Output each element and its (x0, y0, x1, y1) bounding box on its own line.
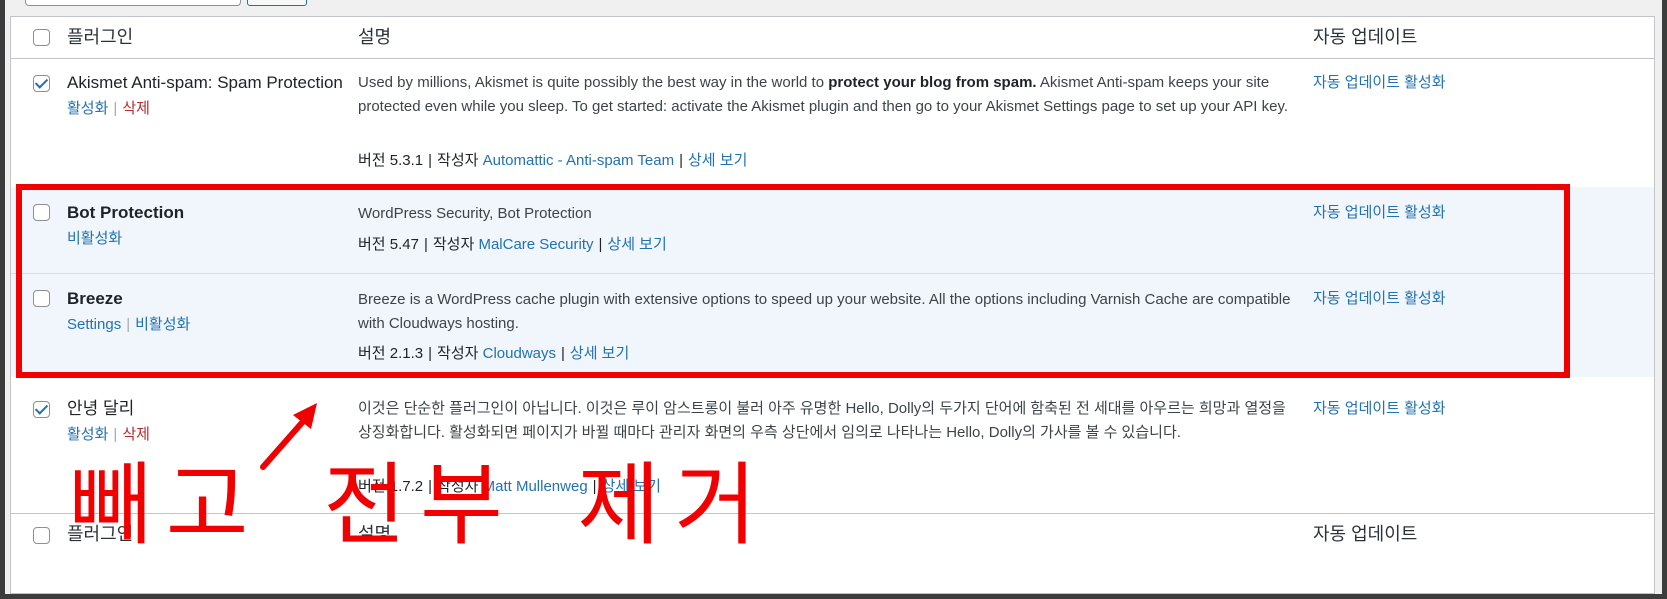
plugin-name: 안녕 달리 (67, 399, 135, 418)
plugin-actions: Settings | 비활성화 (67, 316, 191, 333)
details-link[interactable]: 상세 보기 (607, 236, 666, 253)
admin-screen: 플러그인 설명 자동 업데이트 Akismet Anti-spam: Spam … (5, 0, 1662, 594)
bulk-action-select[interactable] (25, 0, 241, 6)
deactivate-link[interactable]: 비활성화 (135, 316, 190, 333)
plugin-actions: 활성화 | 삭제 (67, 426, 150, 443)
activate-link[interactable]: 활성화 (67, 426, 108, 443)
plugin-meta: 버전 5.47 | 작성자 MalCare Security | 상세 보기 (358, 236, 667, 253)
author-link[interactable]: Automattic - Anti-spam Team (483, 152, 674, 169)
plugin-row-akismet: Akismet Anti-spam: Spam Protection 활성화 | 삭… (11, 59, 1654, 187)
plugin-name: Bot Protection (67, 203, 185, 222)
apply-button[interactable] (247, 0, 307, 6)
plugin-meta: 버전 2.1.3 | 작성자 Cloudways | 상세 보기 (358, 345, 630, 362)
plugin-name: Akismet Anti-spam: Spam Protection (67, 73, 343, 92)
enable-auto-update-link[interactable]: 자동 업데이트 활성화 (1313, 71, 1446, 95)
enable-auto-update-link[interactable]: 자동 업데이트 활성화 (1313, 397, 1446, 421)
plugin-description: Used by millions, Akismet is quite possi… (358, 74, 1288, 115)
table-header: 플러그인 설명 자동 업데이트 (11, 17, 1654, 59)
plugin-checkbox[interactable] (33, 401, 50, 418)
plugin-name: Breeze (67, 289, 123, 308)
column-plugin[interactable]: 플러그인 (67, 25, 133, 49)
column-auto-update-footer: 자동 업데이트 (1313, 524, 1418, 544)
plugin-actions: 활성화 | 삭제 (67, 100, 150, 117)
plugin-checkbox[interactable] (33, 204, 50, 221)
plugin-description: WordPress Security, Bot Protection (358, 205, 592, 222)
plugin-meta: 버전 5.3.1 | 작성자 Automattic - Anti-spam Team… (358, 152, 748, 169)
plugin-actions: 비활성화 (67, 227, 122, 251)
select-all-checkbox-footer[interactable] (33, 527, 50, 544)
details-link[interactable]: 상세 보기 (570, 345, 629, 362)
delete-link[interactable]: 삭제 (122, 426, 150, 443)
enable-auto-update-link[interactable]: 자동 업데이트 활성화 (1313, 287, 1446, 311)
details-link[interactable]: 상세 보기 (688, 152, 747, 169)
author-link[interactable]: MalCare Security (478, 236, 593, 253)
plugin-checkbox[interactable] (33, 75, 50, 92)
select-all-checkbox[interactable] (33, 29, 50, 46)
delete-link[interactable]: 삭제 (122, 100, 150, 117)
column-description: 설명 (358, 27, 392, 47)
plugin-description: Breeze is a WordPress cache plugin with … (358, 291, 1291, 332)
plugin-description: 이것은 단순한 플러그인이 아닙니다. 이것은 루이 암스트롱이 불러 아주 유… (358, 400, 1286, 441)
deactivate-link[interactable]: 비활성화 (67, 230, 122, 247)
enable-auto-update-link[interactable]: 자동 업데이트 활성화 (1313, 201, 1446, 225)
author-link[interactable]: Cloudways (483, 345, 556, 362)
plugin-row-breeze: Breeze Settings | 비활성화 Breeze is a WordPre… (11, 273, 1654, 377)
settings-link[interactable]: Settings (67, 316, 121, 333)
annotation-text: 빼고 전부 제거 (69, 453, 772, 558)
plugin-row-bot-protection: Bot Protection 비활성화 WordPress Security, … (11, 187, 1654, 273)
activate-link[interactable]: 활성화 (67, 100, 108, 117)
plugin-checkbox[interactable] (33, 290, 50, 307)
column-auto-update: 자동 업데이트 (1313, 27, 1418, 47)
